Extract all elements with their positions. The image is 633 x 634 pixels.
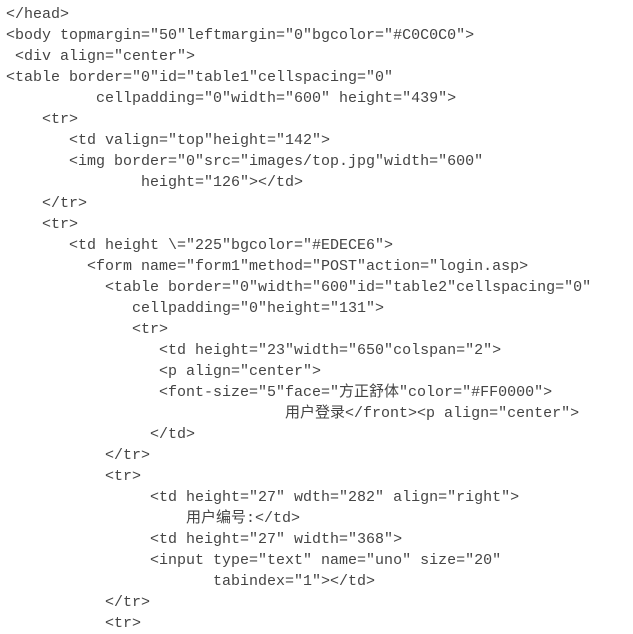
code-line: <form name="form1"method="POST"action="l… <box>6 256 633 277</box>
code-line: <tr> <box>6 109 633 130</box>
code-line: </td> <box>6 424 633 445</box>
code-line: <td height="23"width="650"colspan="2"> <box>6 340 633 361</box>
code-line: <div align="center"> <box>6 46 633 67</box>
code-line: </tr> <box>6 592 633 613</box>
code-line: 用户编号:</td> <box>6 508 633 529</box>
code-line: <table border="0"width="600"id="table2"c… <box>6 277 633 298</box>
code-line: </tr> <box>6 193 633 214</box>
code-line: <tr> <box>6 214 633 235</box>
code-line: <body topmargin="50"leftmargin="0"bgcolo… <box>6 25 633 46</box>
code-line: cellpadding="0"height="131"> <box>6 298 633 319</box>
code-line: <td height="27" wdth="282" align="right"… <box>6 487 633 508</box>
code-line: <table border="0"id="table1"cellspacing=… <box>6 67 633 88</box>
code-line: height="126"></td> <box>6 172 633 193</box>
code-line: </tr> <box>6 445 633 466</box>
code-line: <p align="center"> <box>6 361 633 382</box>
code-line: </head> <box>6 4 633 25</box>
code-line: cellpadding="0"width="600" height="439"> <box>6 88 633 109</box>
code-line: <td height="27" width="368"> <box>6 529 633 550</box>
code-line: <input type="text" name="uno" size="20" <box>6 550 633 571</box>
code-line: <tr> <box>6 466 633 487</box>
code-line: <img border="0"src="images/top.jpg"width… <box>6 151 633 172</box>
code-line: <td valign="top"height="142"> <box>6 130 633 151</box>
code-line: <td height \="225"bgcolor="#EDECE6"> <box>6 235 633 256</box>
code-block: </head><body topmargin="50"leftmargin="0… <box>0 0 633 634</box>
code-line: 用户登录</front><p align="center"> <box>6 403 633 424</box>
code-line: tabindex="1"></td> <box>6 571 633 592</box>
code-line: <font-size="5"face="方正舒体"color="#FF0000"… <box>6 382 633 403</box>
code-line: <tr> <box>6 319 633 340</box>
code-line: <tr> <box>6 613 633 634</box>
